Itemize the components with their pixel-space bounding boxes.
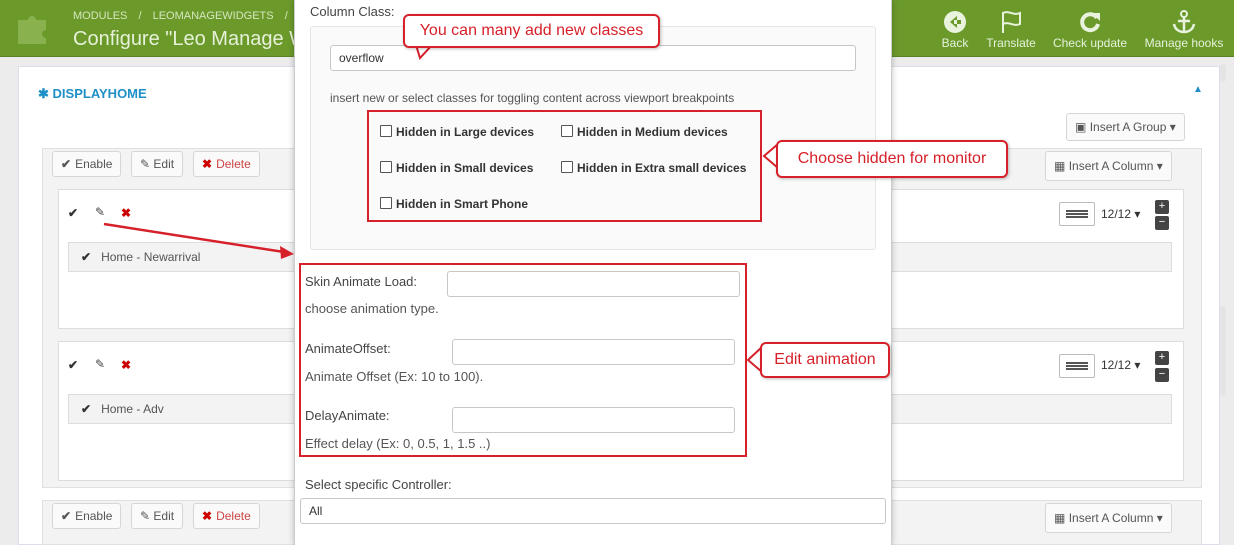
classes-callout: You can many add new classes <box>403 14 660 48</box>
annotation-arrows <box>103 44 779 375</box>
arrow-line <box>103 222 285 254</box>
arrow-head-icon <box>280 246 294 259</box>
animation-callout: Edit animation <box>760 342 890 378</box>
hidden-callout: Choose hidden for monitor <box>776 140 1008 178</box>
